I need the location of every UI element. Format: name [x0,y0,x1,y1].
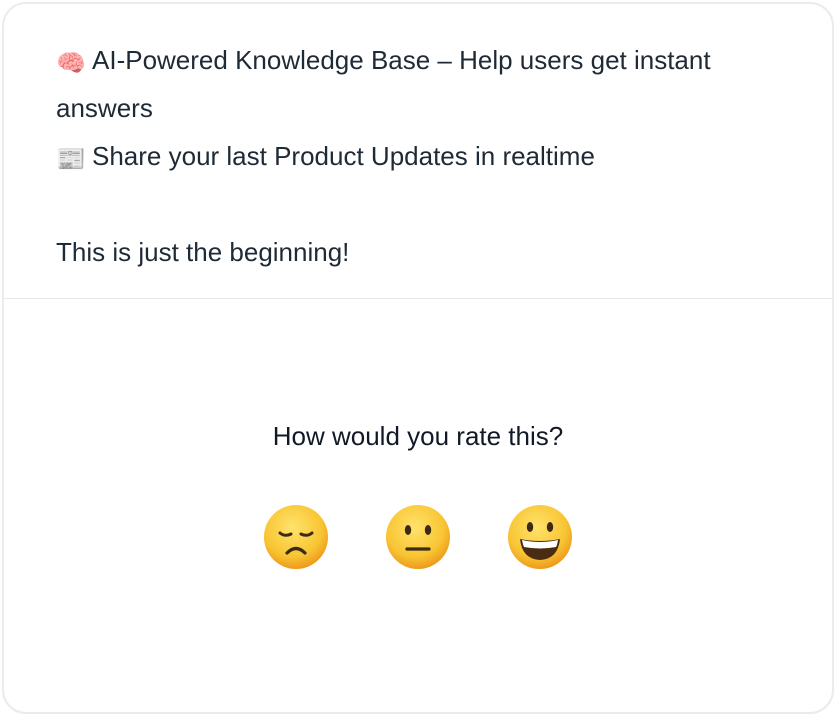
newspaper-icon: 📰 [56,146,86,173]
rating-negative-button[interactable] [262,503,330,571]
rating-options [4,503,832,571]
rating-question: How would you rate this? [272,421,564,451]
rating-positive-button[interactable] [506,503,574,571]
neutral-face-icon [386,505,450,569]
feature-text-knowledge-base: AI-Powered Knowledge Base – Help users g… [56,45,711,123]
message-body: 🧠 AI-Powered Knowledge Base – Help users … [4,4,832,299]
rating-neutral-button[interactable] [384,503,452,571]
disappointed-face-icon [264,505,328,569]
rating-section: How would you rate this? [4,299,832,712]
grinning-face-icon [508,505,572,569]
feature-text-product-updates: Share your last Product Updates in realt… [92,141,595,171]
article-card: 🧠 AI-Powered Knowledge Base – Help users … [2,2,834,714]
feature-line-knowledge-base: 🧠 AI-Powered Knowledge Base – Help users … [56,36,746,132]
closing-line: This is just the beginning! [56,237,350,267]
brain-icon: 🧠 [56,50,86,77]
feature-line-product-updates: 📰 Share your last Product Updates in real… [56,132,780,180]
